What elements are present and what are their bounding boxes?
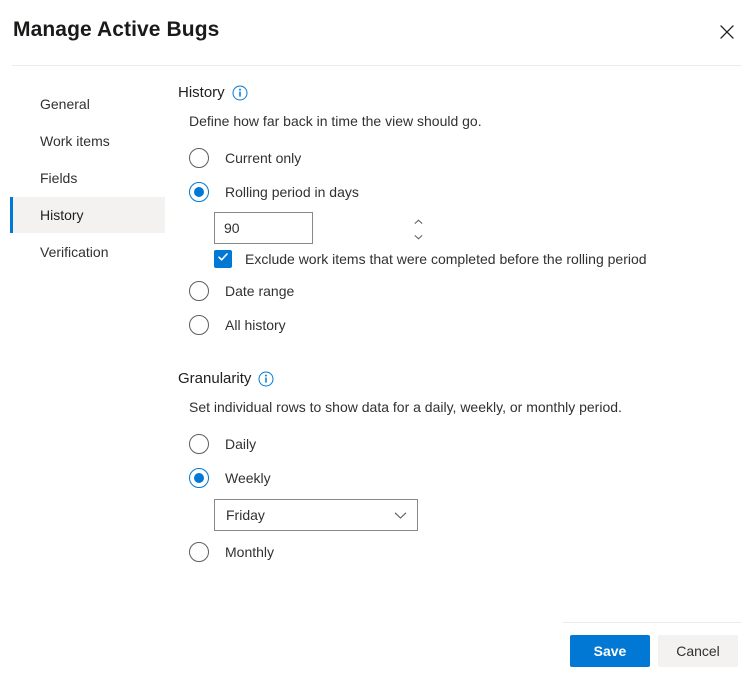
granularity-section: Granularity Set individual rows to show …	[178, 370, 733, 569]
footer-divider	[563, 622, 741, 623]
radio-weekly[interactable]: Weekly	[189, 461, 733, 495]
radio-daily[interactable]: Daily	[189, 427, 733, 461]
sidebar-item-verification[interactable]: Verification	[10, 234, 165, 270]
chevron-down-icon	[414, 228, 423, 243]
info-icon[interactable]	[258, 371, 274, 387]
exclude-completed-checkbox[interactable]: Exclude work items that were completed b…	[214, 250, 733, 268]
weekday-dropdown-value: Friday	[226, 507, 265, 523]
granularity-section-title: Granularity	[178, 370, 251, 387]
rolling-days-input[interactable]	[215, 213, 407, 243]
dialog-body: General Work items Fields History Verifi…	[0, 66, 753, 575]
radio-indicator	[189, 281, 209, 301]
rolling-days-spinner[interactable]	[214, 212, 313, 244]
checkbox-label: Exclude work items that were completed b…	[245, 251, 647, 267]
sidebar-nav: General Work items Fields History Verifi…	[0, 84, 168, 575]
sidebar-item-general[interactable]: General	[10, 86, 165, 122]
radio-label: Current only	[225, 150, 301, 166]
sidebar-item-label: History	[40, 207, 84, 223]
granularity-description: Set individual rows to show data for a d…	[189, 399, 733, 415]
checkbox-indicator-checked	[214, 250, 232, 268]
save-button[interactable]: Save	[570, 635, 650, 667]
radio-current-only[interactable]: Current only	[189, 141, 733, 175]
granularity-section-header: Granularity	[178, 370, 733, 387]
radio-indicator	[189, 148, 209, 168]
history-section: History Define how far back in time the …	[178, 84, 733, 342]
chevron-up-icon	[414, 213, 423, 228]
chevron-down-icon	[394, 511, 407, 520]
radio-label: Daily	[225, 436, 256, 452]
sidebar-item-label: Fields	[40, 170, 77, 186]
radio-label: Rolling period in days	[225, 184, 359, 200]
sidebar-item-label: Work items	[40, 133, 110, 149]
radio-indicator	[189, 315, 209, 335]
radio-label: Weekly	[225, 470, 271, 486]
radio-indicator	[189, 542, 209, 562]
rolling-days-field	[214, 212, 733, 244]
radio-label: Date range	[225, 283, 294, 299]
radio-date-range[interactable]: Date range	[189, 274, 733, 308]
close-icon	[719, 24, 735, 40]
sidebar-item-history[interactable]: History	[10, 197, 165, 233]
cancel-button[interactable]: Cancel	[658, 635, 738, 667]
dialog-header: Manage Active Bugs	[0, 0, 753, 66]
spinner-decrement-button[interactable]	[407, 228, 429, 243]
check-icon	[217, 250, 229, 268]
history-section-header: History	[178, 84, 733, 101]
radio-label: All history	[225, 317, 286, 333]
footer-buttons: Save Cancel	[570, 635, 738, 667]
weekday-field: Friday	[214, 499, 733, 531]
radio-rolling-period[interactable]: Rolling period in days	[189, 175, 733, 209]
spinner-increment-button[interactable]	[407, 213, 429, 228]
settings-panel: History Define how far back in time the …	[168, 84, 753, 575]
radio-label: Monthly	[225, 544, 274, 560]
history-description: Define how far back in time the view sho…	[189, 113, 733, 129]
info-icon[interactable]	[232, 85, 248, 101]
sidebar-item-label: General	[40, 96, 90, 112]
close-button[interactable]	[707, 14, 747, 50]
sidebar-item-fields[interactable]: Fields	[10, 160, 165, 196]
weekday-dropdown[interactable]: Friday	[214, 499, 418, 531]
history-section-title: History	[178, 84, 225, 101]
dialog-footer: Save Cancel	[0, 612, 753, 684]
radio-all-history[interactable]: All history	[189, 308, 733, 342]
radio-indicator	[189, 434, 209, 454]
radio-indicator-selected	[189, 182, 209, 202]
spinner-arrows	[407, 213, 429, 243]
sidebar-item-label: Verification	[40, 244, 108, 260]
page-title: Manage Active Bugs	[13, 18, 219, 42]
sidebar-item-work-items[interactable]: Work items	[10, 123, 165, 159]
radio-monthly[interactable]: Monthly	[189, 535, 733, 569]
radio-indicator-selected	[189, 468, 209, 488]
